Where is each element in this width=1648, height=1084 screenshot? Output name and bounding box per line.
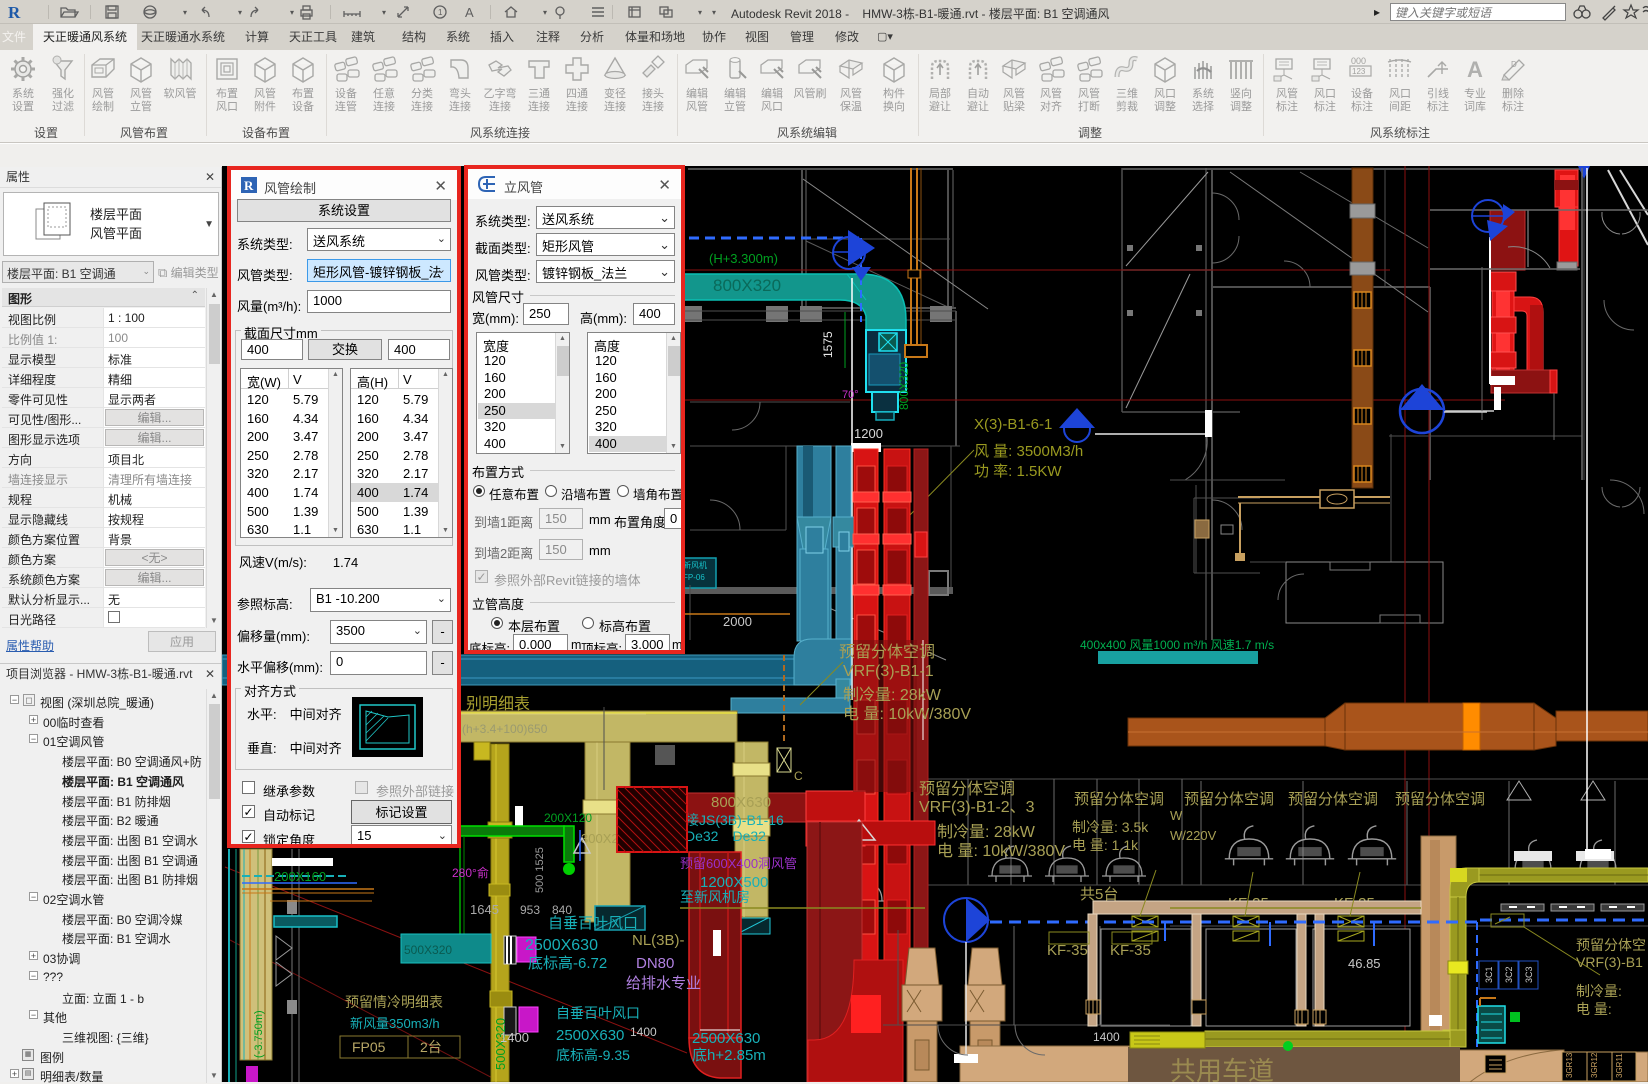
svg-text:VRF(3)-B1: VRF(3)-B1 [1576, 954, 1643, 970]
svg-text:(H+3.300m): (H+3.300m) [709, 251, 778, 266]
svg-text:功 率: 1.5KW: 功 率: 1.5KW [974, 463, 1062, 480]
svg-text:A: A [465, 5, 474, 20]
svg-text:200X120: 200X120 [544, 811, 592, 825]
svg-text:46.85: 46.85 [1348, 956, 1381, 971]
svg-text:FP-06: FP-06 [683, 573, 705, 582]
svg-text:给排水专业: 给排水专业 [626, 975, 701, 992]
svg-text:制冷量: 28kW: 制冷量: 28kW [937, 823, 1036, 841]
svg-text:1400: 1400 [1093, 1030, 1120, 1044]
svg-text:VRF(3)-B1-1: VRF(3)-B1-1 [843, 663, 934, 680]
svg-text:电 量:: 电 量: [1576, 1001, 1612, 1017]
svg-text:(h+3.4+100)650: (h+3.4+100)650 [462, 722, 548, 736]
svg-text:3GR12: 3GR12 [1590, 1052, 1599, 1078]
svg-text:2台: 2台 [420, 1039, 442, 1055]
svg-text:X(3)-B1-6-1: X(3)-B1-6-1 [974, 416, 1052, 433]
svg-text:预留分体空调: 预留分体空调 [1395, 791, 1485, 808]
svg-text:底标高-6.72: 底标高-6.72 [528, 955, 607, 972]
svg-text:1575: 1575 [821, 331, 835, 358]
svg-text:KF-35: KF-35 [1110, 942, 1151, 959]
svg-text:预留分体空调: 预留分体空调 [839, 643, 935, 661]
svg-text:预留情冷明细表: 预留情冷明细表 [345, 994, 443, 1010]
svg-text:C: C [794, 769, 803, 783]
svg-text:200X160: 200X160 [274, 869, 326, 884]
svg-text:预留分体空调: 预留分体空调 [1074, 791, 1164, 808]
svg-text:预留分体空调: 预留分体空调 [919, 780, 1015, 798]
svg-text:接JS(3B)-B1-16: 接JS(3B)-B1-16 [685, 812, 784, 828]
svg-text:底h+2.85m: 底h+2.85m [692, 1047, 766, 1064]
svg-text:70°: 70° [842, 389, 859, 401]
svg-text:新风量350m3/h: 新风量350m3/h [350, 1016, 440, 1031]
svg-text:2000: 2000 [723, 614, 752, 629]
svg-text:1645: 1645 [470, 902, 499, 917]
svg-text:制冷量: 28kW: 制冷量: 28kW [843, 686, 942, 704]
svg-text:2500X630: 2500X630 [556, 1027, 624, 1044]
svg-text:2500X630: 2500X630 [525, 937, 598, 954]
svg-text:至新风机房: 至新风机房 [680, 889, 750, 905]
svg-text:500X320: 500X320 [404, 943, 452, 957]
svg-text:3C1: 3C1 [1484, 966, 1494, 983]
svg-text:W: W [1170, 808, 1183, 823]
svg-text:3GR13: 3GR13 [1565, 1052, 1574, 1078]
svg-text:预留分体空调: 预留分体空调 [1184, 791, 1274, 808]
svg-text:NL(3B)-: NL(3B)- [632, 932, 685, 949]
svg-text:自垂百叶风口: 自垂百叶风口 [548, 915, 638, 932]
svg-text:制冷量: 3.5k: 制冷量: 3.5k [1072, 819, 1149, 835]
svg-text:280°俞: 280°俞 [452, 865, 489, 880]
svg-text:电 量: 10kW/380V: 电 量: 10kW/380V [843, 705, 971, 723]
svg-text:制冷量:: 制冷量: [1576, 983, 1622, 999]
svg-text:FP05: FP05 [352, 1039, 386, 1055]
svg-text:De32 De32: De32 De32 [685, 828, 766, 844]
svg-text:风 量: 3500M3/h: 风 量: 3500M3/h [974, 443, 1083, 460]
svg-text:别明细表: 别明细表 [466, 695, 530, 713]
svg-text:电 量: 1.1k: 电 量: 1.1k [1072, 837, 1139, 853]
svg-text:400x400 风量1000 m³/h 风速1.7 m/s: 400x400 风量1000 m³/h 风速1.7 m/s [1080, 638, 1274, 652]
svg-text:底标高-9.35: 底标高-9.35 [556, 1047, 630, 1063]
svg-text:共5台: 共5台 [1080, 886, 1118, 903]
svg-text:800X320: 800X320 [713, 276, 781, 295]
svg-text:VRF(3)-B1-2、3: VRF(3)-B1-2、3 [919, 799, 1035, 816]
svg-text:953: 953 [520, 903, 540, 917]
svg-text:W/220V: W/220V [1170, 828, 1217, 843]
svg-text:3GR11: 3GR11 [1615, 1053, 1624, 1078]
svg-text:电 量: 10kW/380V: 电 量: 10kW/380V [937, 842, 1065, 860]
svg-text:R: R [8, 3, 21, 22]
svg-text:1: 1 [438, 8, 443, 17]
svg-text:预留分体空: 预留分体空 [1576, 937, 1646, 953]
svg-text:3C3: 3C3 [1524, 966, 1534, 983]
svg-text:800X630: 800X630 [711, 794, 771, 811]
svg-text:800X320: 800X320 [897, 362, 911, 410]
svg-text:500 1525: 500 1525 [534, 847, 546, 893]
svg-text:1400: 1400 [630, 1025, 657, 1039]
svg-text:KF-35: KF-35 [1047, 942, 1088, 959]
svg-text:预留分体空调: 预留分体空调 [1288, 791, 1378, 808]
svg-text:共用车道: 共用车道 [1170, 1056, 1274, 1082]
svg-text:R: R [244, 178, 254, 193]
svg-text:DN80: DN80 [636, 955, 674, 972]
svg-text:新风机: 新风机 [683, 560, 707, 570]
svg-text:1200: 1200 [854, 426, 883, 441]
svg-text:(-3.750m): (-3.750m) [253, 1010, 265, 1058]
svg-text:预留600X400洞风管: 预留600X400洞风管 [680, 856, 797, 871]
svg-text:自垂百叶风口: 自垂百叶风口 [556, 1005, 640, 1021]
svg-text:3C2: 3C2 [1504, 966, 1514, 983]
svg-text:1400: 1400 [500, 1030, 529, 1045]
svg-text:2500X630: 2500X630 [692, 1030, 760, 1047]
